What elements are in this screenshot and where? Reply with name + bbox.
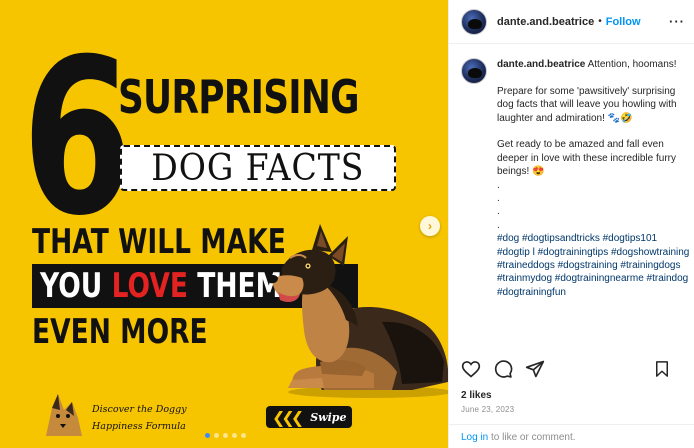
carousel-next-button[interactable]: › [420,216,440,236]
caption-dot: . [497,179,500,191]
login-rest: to like or comment. [488,432,576,443]
caption-dot: . [497,219,500,231]
likes-count[interactable]: 2 likes [461,390,492,401]
dog-facts-box: DOG FACTS [120,145,396,191]
login-link[interactable]: Log in [461,432,488,443]
caption-avatar[interactable] [461,58,487,84]
headline-surprising: SURPRISING [118,70,360,124]
carousel-dot [205,433,210,438]
caption-dot: . [497,193,500,205]
follow-button[interactable]: Follow [606,16,641,28]
post-header: dante.and.beatrice • Follow ··· [449,0,694,44]
chevron-right-icon: › [428,219,432,233]
heart-icon[interactable] [461,359,481,379]
headline-line3: EVEN MORE [32,312,208,352]
more-options-icon[interactable]: ··· [669,14,685,29]
post-side-panel: dante.and.beatrice • Follow ··· dante.an… [448,0,694,448]
carousel-dot [232,433,237,438]
headline-line1: THAT WILL MAKE [32,222,286,262]
caption-first-line: Attention, hoomans! [587,59,677,70]
carousel-dots [205,433,246,438]
logo-line1: Discover the Doggy [92,404,187,415]
caption-dot: . [497,206,500,218]
post-actions [461,358,683,380]
dog-illustration [268,224,448,398]
swipe-label: Swipe [310,410,347,424]
logo-tagline: Discover the Doggy Happiness Formula [92,401,192,435]
line2-before: YOU [40,266,112,306]
comment-icon[interactable] [493,359,513,379]
post-date: June 23, 2023 [461,405,515,414]
header-username[interactable]: dante.and.beatrice [497,16,594,28]
dog-facts-text: DOG FACTS [151,147,365,189]
caption-para2: Get ready to be amazed and fall even dee… [497,139,676,178]
header-separator: • [598,16,602,27]
share-icon[interactable] [525,359,545,379]
caption-hashtags[interactable]: #dog #dogtipsandtricks #dogtips101 #dogt… [497,232,691,299]
post-image[interactable]: 6 SURPRISING DOG FACTS THAT WILL MAKE YO… [0,0,448,448]
caption-text: dante.and.beatrice Attention, hoomans! P… [497,58,691,299]
caption: dante.and.beatrice Attention, hoomans! P… [461,58,691,299]
swipe-badge: ❮❮❮ Swipe [264,404,354,430]
carousel-dot [214,433,219,438]
triple-chevron-icon: ❮❮❮ [272,407,304,427]
logo-line2: Happiness Formula [92,421,186,432]
big-number: 6 [22,12,133,263]
carousel-dot [223,433,228,438]
line2-highlight: LOVE [111,266,189,306]
bookmark-icon[interactable] [653,359,671,379]
login-prompt: Log in to like or comment. [449,424,694,448]
carousel-dot [241,433,246,438]
caption-username[interactable]: dante.and.beatrice [497,59,585,70]
avatar[interactable] [461,8,487,35]
brand-logo [46,394,82,436]
caption-para1: Prepare for some 'pawsitively' surprisin… [497,85,677,124]
